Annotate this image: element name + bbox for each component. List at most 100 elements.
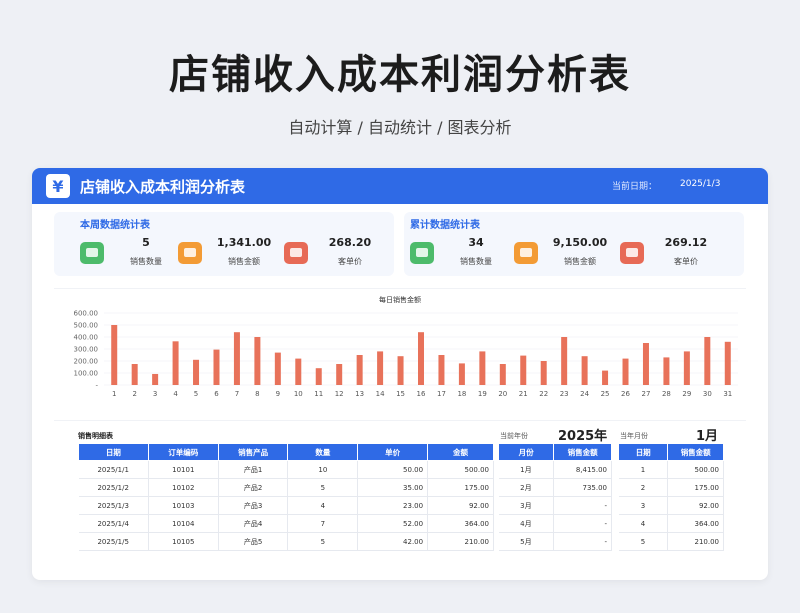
weekly-stat-avg-price: 268.20 客单价 bbox=[284, 236, 388, 270]
detail-column-header[interactable]: 日期 bbox=[78, 443, 149, 461]
x-tick-label: 6 bbox=[214, 390, 219, 398]
table-cell: 92.00 bbox=[427, 496, 494, 515]
bar-day-29[interactable] bbox=[683, 351, 690, 385]
table-cell: 1月 bbox=[498, 460, 555, 479]
bar-day-13[interactable] bbox=[356, 355, 363, 385]
x-tick-label: 14 bbox=[376, 390, 385, 398]
bar-day-31[interactable] bbox=[724, 341, 731, 385]
table-cell: 产品1 bbox=[218, 460, 289, 479]
year-value[interactable]: 2025年 bbox=[558, 425, 607, 444]
table-row: 2 175.00 bbox=[618, 478, 724, 497]
card-title: 店铺收入成本利润分析表 bbox=[80, 177, 246, 196]
x-tick-label: 15 bbox=[396, 390, 405, 398]
bar-day-3[interactable] bbox=[152, 373, 159, 385]
table-cell: 500.00 bbox=[667, 460, 724, 479]
table-row: 1月 8,415.00 bbox=[498, 460, 612, 479]
stat-value: 268.20 bbox=[328, 236, 372, 249]
bar-day-19[interactable] bbox=[479, 351, 486, 385]
x-tick-label: 3 bbox=[153, 390, 157, 398]
table-row: 2025/1/4 10104 产品4 7 52.00 364.00 bbox=[78, 514, 494, 533]
bar-day-20[interactable] bbox=[499, 364, 506, 385]
bar-day-8[interactable] bbox=[254, 337, 261, 385]
bar-day-11[interactable] bbox=[315, 368, 322, 385]
cumulative-stats-title: 累计数据统计表 bbox=[410, 220, 480, 231]
month_summary-column-header[interactable]: 销售金额 bbox=[667, 443, 724, 461]
bar-day-18[interactable] bbox=[458, 363, 465, 385]
stats-area: 本周数据统计表 5 销售数量 1,341.00 销售金额 268.20 客单价 … bbox=[54, 212, 746, 276]
table-row: 2025/1/5 10105 产品5 5 42.00 210.00 bbox=[78, 532, 494, 551]
x-tick-label: 31 bbox=[723, 390, 732, 398]
month_summary-column-header[interactable]: 日期 bbox=[617, 443, 669, 461]
table-cell: 产品3 bbox=[218, 496, 289, 515]
bar-day-1[interactable] bbox=[111, 325, 118, 385]
detail-column-header[interactable]: 单价 bbox=[357, 443, 429, 461]
bar-day-21[interactable] bbox=[520, 355, 527, 385]
bar-day-6[interactable] bbox=[213, 349, 220, 385]
bar-day-10[interactable] bbox=[295, 358, 302, 385]
table-cell: - bbox=[553, 496, 612, 515]
month_summary-header-row: 日期 销售金额 bbox=[617, 443, 724, 461]
money-icon bbox=[514, 242, 538, 264]
bar-day-5[interactable] bbox=[193, 359, 200, 385]
bar-day-26[interactable] bbox=[622, 358, 629, 385]
year_summary-column-header[interactable]: 销售金额 bbox=[553, 443, 612, 461]
bar-day-12[interactable] bbox=[336, 364, 343, 385]
y-tick-label: - bbox=[95, 382, 98, 390]
year_summary-column-header[interactable]: 月份 bbox=[497, 443, 555, 461]
table-cell: 2025/1/2 bbox=[78, 478, 149, 497]
table-row: 3 92.00 bbox=[618, 496, 724, 515]
stat-label: 销售数量 bbox=[130, 257, 162, 266]
table-cell: 175.00 bbox=[667, 478, 724, 497]
x-tick-label: 7 bbox=[235, 390, 239, 398]
x-tick-label: 24 bbox=[580, 390, 589, 398]
bar-day-28[interactable] bbox=[663, 357, 670, 385]
stat-label: 客单价 bbox=[338, 257, 362, 266]
x-tick-label: 23 bbox=[560, 390, 569, 398]
table-row: 5 210.00 bbox=[618, 532, 724, 551]
bar-day-9[interactable] bbox=[274, 352, 281, 385]
table-cell: 5月 bbox=[498, 532, 555, 551]
bar-day-25[interactable] bbox=[602, 370, 609, 385]
x-tick-label: 8 bbox=[255, 390, 259, 398]
detail-column-header[interactable]: 金额 bbox=[427, 443, 494, 461]
bar-day-30[interactable] bbox=[704, 337, 711, 385]
bar-day-17[interactable] bbox=[438, 355, 445, 385]
year-label: 当前年份 bbox=[500, 432, 528, 440]
month-value[interactable]: 1月 bbox=[696, 425, 718, 444]
money-icon bbox=[178, 242, 202, 264]
table-cell: 2025/1/1 bbox=[78, 460, 149, 479]
wallet-icon bbox=[620, 242, 644, 264]
stat-label: 销售金额 bbox=[228, 257, 260, 266]
detail-column-header[interactable]: 数量 bbox=[287, 443, 359, 461]
detail-column-header[interactable]: 销售产品 bbox=[217, 443, 289, 461]
x-tick-label: 28 bbox=[662, 390, 671, 398]
bar-day-2[interactable] bbox=[131, 364, 138, 385]
table-cell: 1 bbox=[618, 460, 669, 479]
card-header: ¥ 店铺收入成本利润分析表 当前日期： 2025/1/3 bbox=[32, 168, 768, 204]
table-cell: 5 bbox=[618, 532, 669, 551]
x-tick-label: 26 bbox=[621, 390, 630, 398]
bar-day-16[interactable] bbox=[418, 332, 424, 385]
wallet-icon bbox=[284, 242, 308, 264]
bar-day-15[interactable] bbox=[397, 356, 404, 385]
bar-day-22[interactable] bbox=[540, 361, 547, 385]
daily-sales-chart-section: 每日销售金额 600.00 500.00 400.00 300.00 200.00 100… bbox=[54, 288, 746, 412]
x-tick-label: 4 bbox=[173, 390, 178, 398]
bar-day-4[interactable] bbox=[172, 341, 179, 385]
cumulative-stat-quantity: 34 销售数量 bbox=[410, 236, 514, 270]
month-label: 当年月份 bbox=[620, 432, 648, 440]
bar-day-23[interactable] bbox=[561, 337, 568, 385]
x-tick-label: 5 bbox=[194, 390, 198, 398]
product-icon bbox=[80, 242, 104, 264]
bar-day-24[interactable] bbox=[581, 356, 588, 385]
x-tick-label: 16 bbox=[417, 390, 426, 398]
detail-column-header[interactable]: 订单编码 bbox=[147, 443, 219, 461]
table-cell: - bbox=[553, 514, 612, 533]
detail-header-row: 日期 订单编码 销售产品 数量 单价 金额 bbox=[78, 443, 494, 461]
x-tick-label: 27 bbox=[642, 390, 651, 398]
x-tick-label: 9 bbox=[276, 390, 280, 398]
bar-day-27[interactable] bbox=[642, 343, 649, 385]
y-tick-label: 100.00 bbox=[74, 370, 99, 378]
bar-day-14[interactable] bbox=[377, 351, 384, 385]
bar-day-7[interactable] bbox=[233, 332, 240, 385]
